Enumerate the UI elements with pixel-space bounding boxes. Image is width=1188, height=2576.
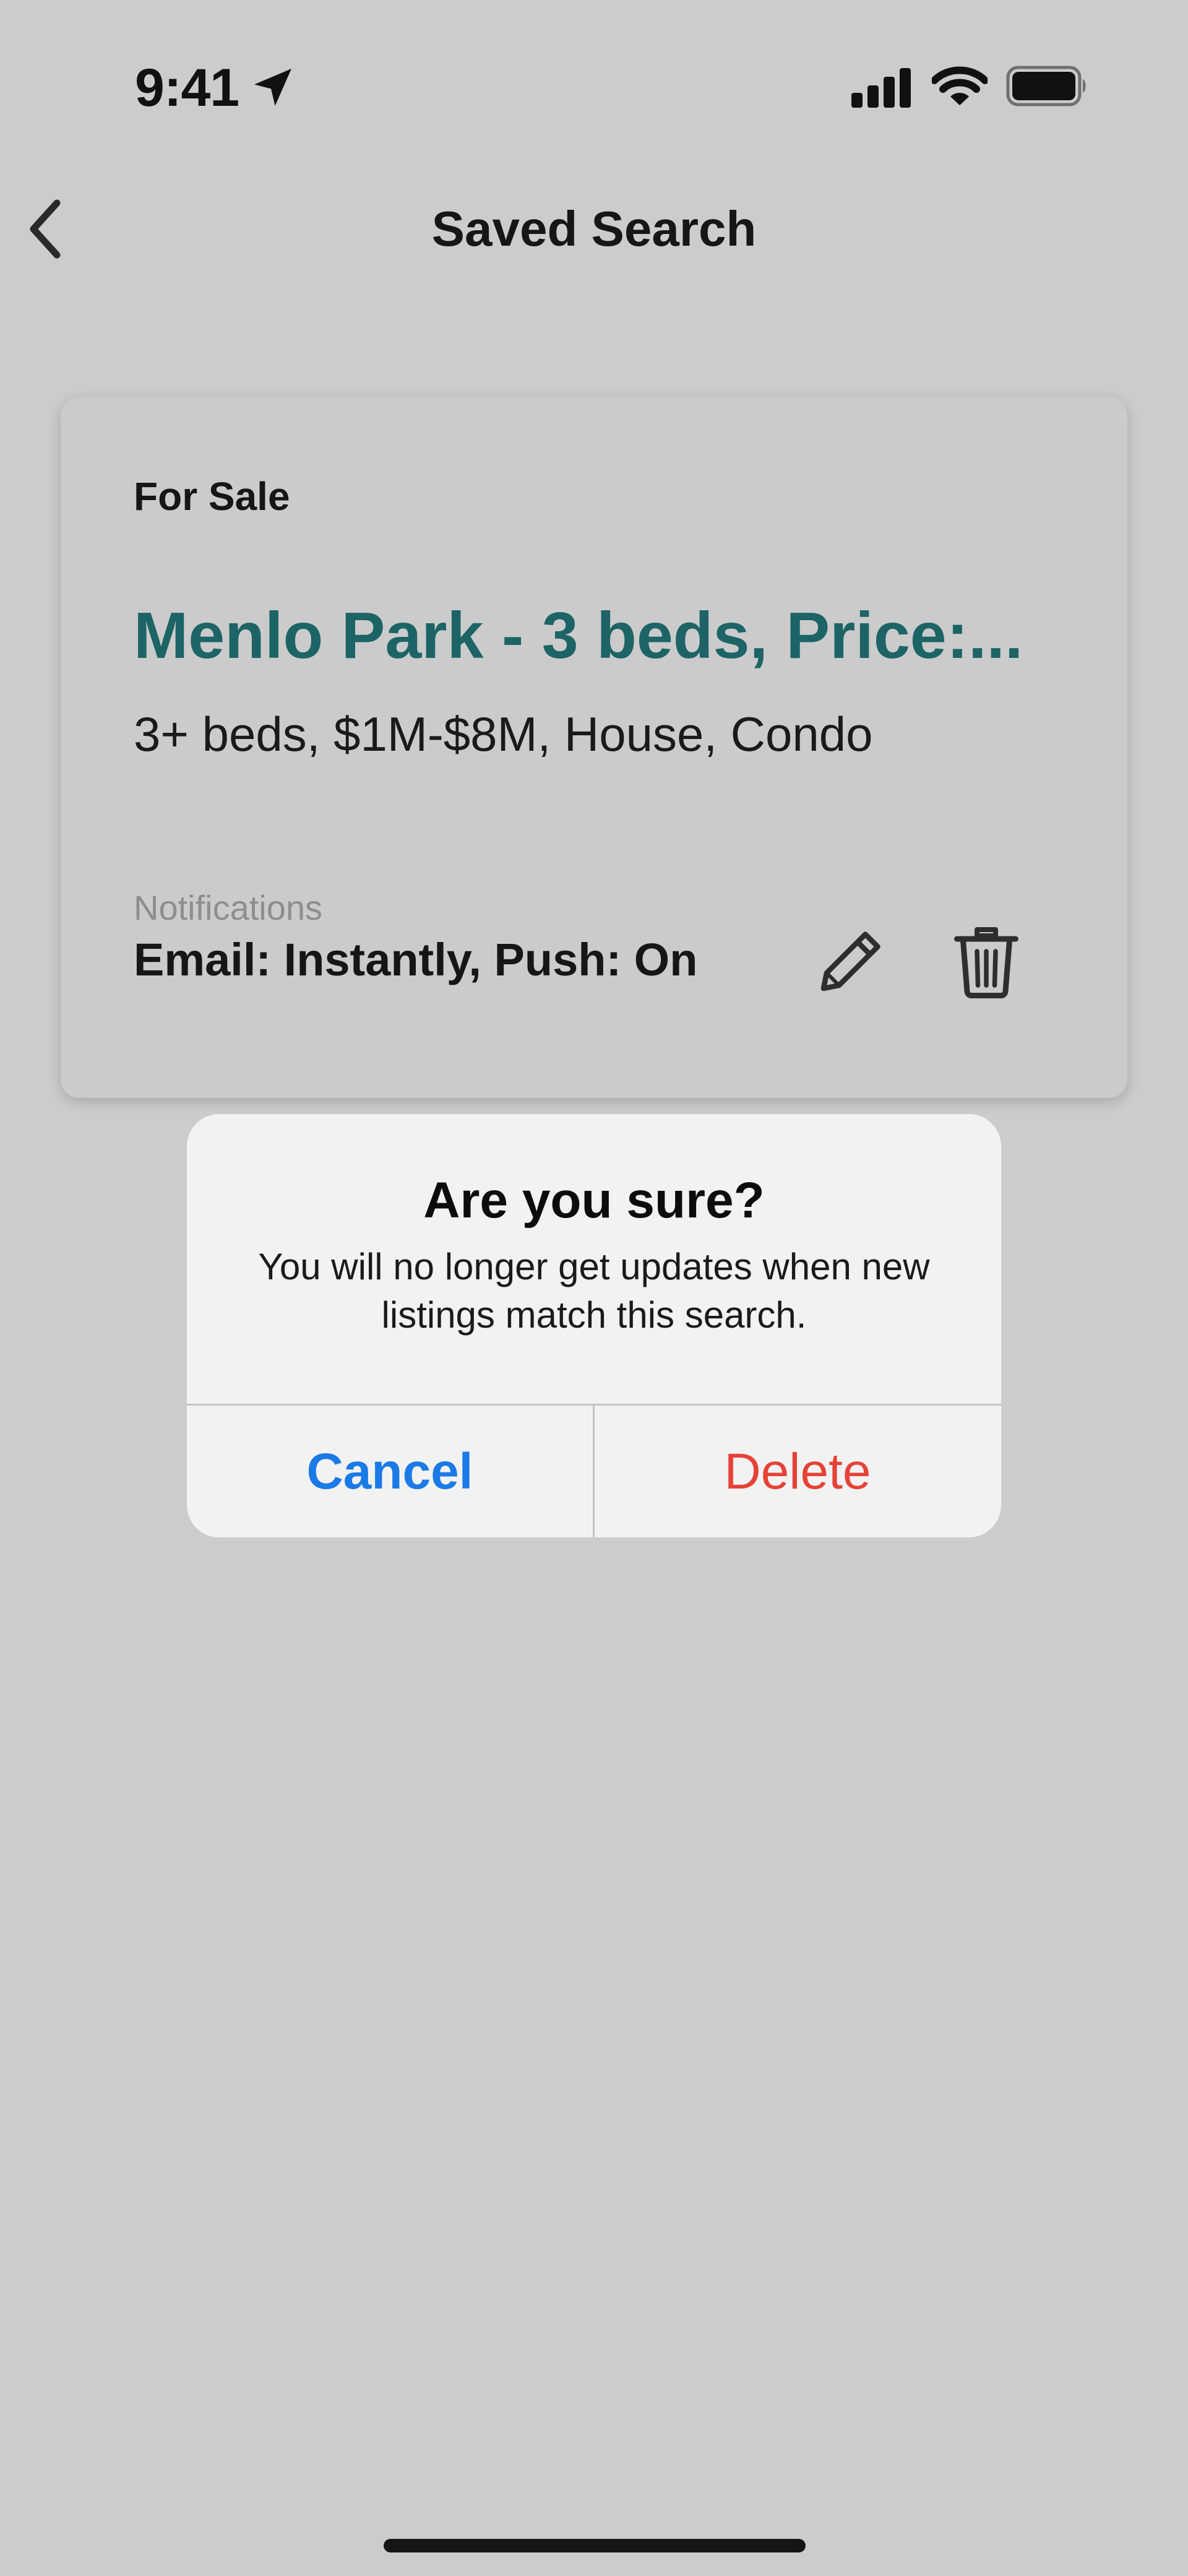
confirm-delete-button[interactable]: Delete xyxy=(595,1406,1001,1537)
wifi-icon xyxy=(932,66,988,105)
notifications-value: Email: Instantly, Push: On xyxy=(134,934,698,985)
status-time: 9:41 xyxy=(135,58,239,118)
pencil-icon xyxy=(820,931,880,992)
notifications-label: Notifications xyxy=(134,888,323,927)
alert-title: Are you sure? xyxy=(423,1172,765,1229)
saved-search-title: Menlo Park - 3 beds, Price:... xyxy=(134,599,1023,672)
cellular-signal-icon xyxy=(851,68,911,108)
edit-button[interactable] xyxy=(808,917,895,1004)
cancel-button[interactable]: Cancel xyxy=(187,1406,593,1537)
location-arrow-icon xyxy=(254,69,291,106)
battery-icon xyxy=(1006,66,1086,106)
home-indicator[interactable] xyxy=(384,2539,806,2552)
page-title: Saved Search xyxy=(431,201,757,256)
saved-search-card[interactable]: For Sale Menlo Park - 3 beds, Price:... … xyxy=(61,397,1127,1098)
alert-message: You will no longer get updates when new … xyxy=(258,1246,930,1336)
trash-icon xyxy=(954,927,1018,998)
confirm-delete-alert: Are you sure? You will no longer get upd… xyxy=(187,1114,1001,1537)
listing-type-label: For Sale xyxy=(134,474,290,519)
delete-button[interactable] xyxy=(943,917,1030,1004)
search-criteria: 3+ beds, $1M-$8M, House, Condo xyxy=(134,707,873,761)
